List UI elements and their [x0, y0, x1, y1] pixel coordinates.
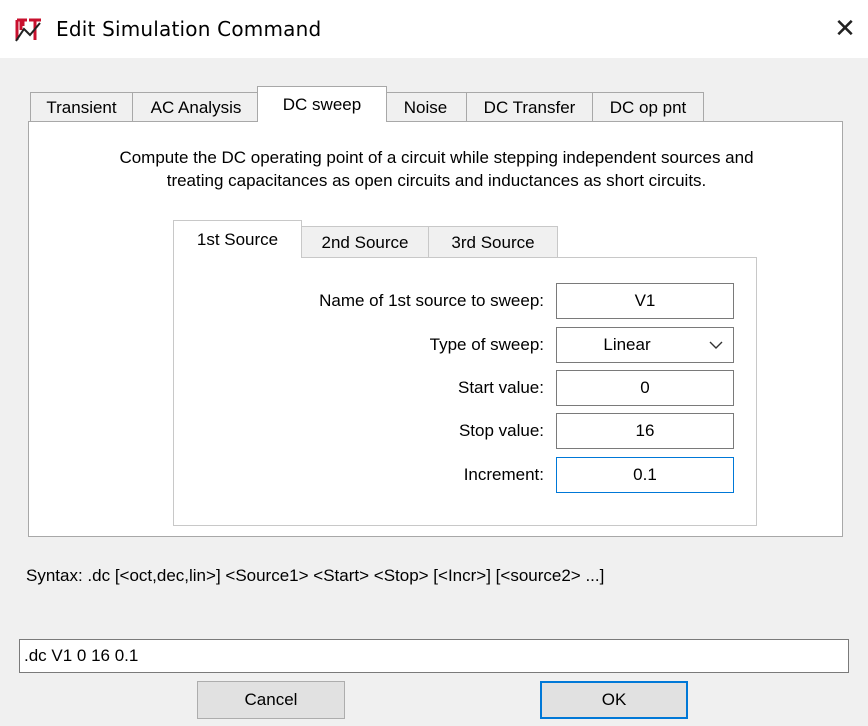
tab-transient[interactable]: Transient — [30, 92, 133, 122]
increment-input[interactable]: 0.1 — [556, 457, 734, 493]
command-input[interactable]: .dc V1 0 16 0.1 — [19, 639, 849, 673]
analysis-tabs: Transient AC Analysis DC sweep Noise DC … — [30, 86, 704, 122]
source-panel: Name of 1st source to sweep: V1 Type of … — [173, 257, 757, 526]
start-value-label: Start value: — [458, 378, 544, 397]
close-button[interactable]: ✕ — [822, 4, 868, 54]
source-name-input[interactable]: V1 — [556, 283, 734, 319]
tab-2nd-source[interactable]: 2nd Source — [301, 226, 429, 258]
tab-ac-analysis[interactable]: AC Analysis — [132, 92, 260, 122]
window-title: Edit Simulation Command — [56, 17, 322, 41]
ok-button[interactable]: OK — [540, 681, 688, 719]
sweep-type-value: Linear — [603, 335, 651, 354]
stop-value-label: Stop value: — [458, 421, 544, 440]
source-name-label: Name of 1st source to sweep: — [319, 291, 544, 310]
source-name-row: Name of 1st source to sweep: V1 — [174, 283, 758, 319]
close-icon: ✕ — [834, 14, 856, 44]
dc-sweep-description: Compute the DC operating point of a circ… — [29, 146, 844, 192]
stop-value-input[interactable]: 16 — [556, 413, 734, 449]
dc-sweep-panel: Compute the DC operating point of a circ… — [28, 121, 843, 537]
sweep-type-select[interactable]: Linear — [556, 327, 734, 363]
description-line: treating capacitances as open circuits a… — [166, 171, 707, 190]
chevron-down-icon — [709, 341, 723, 349]
tab-dc-transfer[interactable]: DC Transfer — [466, 92, 593, 122]
sweep-type-row: Type of sweep: Linear — [174, 327, 758, 363]
increment-label: Increment: — [463, 465, 544, 484]
tab-3rd-source[interactable]: 3rd Source — [428, 226, 558, 258]
start-value-input[interactable]: 0 — [556, 370, 734, 406]
syntax-hint: Syntax: .dc [<oct,dec,lin>] <Source1> <S… — [26, 566, 605, 585]
tab-noise[interactable]: Noise — [384, 92, 467, 122]
stop-value-row: Stop value: 16 — [174, 413, 758, 449]
cancel-button[interactable]: Cancel — [197, 681, 345, 719]
source-tabs: 1st Source 2nd Source 3rd Source — [173, 220, 558, 258]
increment-row: Increment: 0.1 — [174, 457, 758, 493]
tab-dc-sweep[interactable]: DC sweep — [257, 86, 387, 122]
title-bar: Edit Simulation Command ✕ — [0, 0, 868, 58]
sweep-type-label: Type of sweep: — [429, 335, 544, 354]
tab-dc-op-pnt[interactable]: DC op pnt — [592, 92, 704, 122]
start-value-row: Start value: 0 — [174, 370, 758, 406]
description-line: Compute the DC operating point of a circ… — [119, 148, 754, 167]
tab-1st-source[interactable]: 1st Source — [173, 220, 302, 258]
ltspice-logo-icon — [15, 18, 41, 42]
